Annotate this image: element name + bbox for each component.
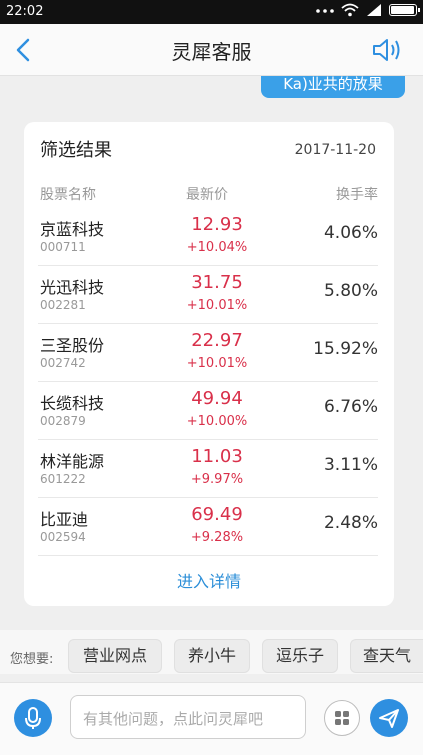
stock-table: 京蓝科技 000711 12.93 +10.04% 4.06% 光迅科技 002… (38, 208, 378, 556)
stock-name: 比亚迪 (40, 510, 89, 529)
stock-name: 林洋能源 (40, 452, 105, 471)
voice-input-button[interactable] (14, 699, 52, 737)
suggestion-label: 您想要: (10, 652, 54, 667)
suggestion-bar: 您想要: 营业网点 养小牛 逗乐子 查天气 (0, 630, 423, 674)
page-title: 灵犀客服 (171, 40, 252, 64)
stock-turnover: 15.92% (313, 339, 378, 359)
stock-change: +10.01% (186, 298, 248, 313)
stock-name: 京蓝科技 (40, 220, 105, 239)
stock-change: +10.01% (186, 356, 248, 371)
battery-icon (389, 4, 420, 16)
card-title: 筛选结果 (40, 140, 112, 161)
paper-plane-icon (379, 709, 399, 728)
more-options-button[interactable] (324, 700, 360, 736)
column-header-name: 股票名称 (40, 187, 96, 203)
stock-price: 69.49 (191, 504, 243, 525)
stock-price: 31.75 (191, 272, 243, 293)
microphone-icon (25, 707, 41, 729)
cell-signal-icon (367, 4, 381, 16)
grid-icon (335, 711, 349, 725)
stock-turnover: 3.11% (323, 455, 378, 475)
stock-code: 002594 (40, 530, 86, 544)
table-row[interactable]: 三圣股份 002742 22.97 +10.01% 15.92% (38, 324, 378, 382)
stock-change: +10.04% (186, 240, 248, 255)
table-row[interactable]: 光迅科技 002281 31.75 +10.01% 5.80% (38, 266, 378, 324)
stock-turnover: 6.76% (323, 397, 378, 417)
result-card: 筛选结果 2017-11-20 股票名称 最新价 换手率 京蓝科技 000711… (24, 122, 394, 606)
stock-code: 002742 (40, 356, 86, 370)
speaker-icon[interactable] (371, 35, 405, 65)
stock-change: +9.97% (190, 472, 244, 487)
column-header-turnover: 换手率 (336, 187, 378, 203)
stock-code: 002879 (40, 414, 86, 428)
table-row[interactable]: 比亚迪 002594 69.49 +9.28% 2.48% (38, 498, 378, 556)
suggestion-chip[interactable]: 查天气 (350, 639, 423, 673)
suggestion-chip[interactable]: 逗乐子 (262, 639, 338, 673)
table-row[interactable]: 京蓝科技 000711 12.93 +10.04% 4.06% (38, 208, 378, 266)
status-bar: 22:02 (0, 0, 423, 24)
stock-name: 光迅科技 (40, 278, 105, 297)
input-bar: 有其他问题，点此问灵犀吧 (0, 682, 423, 755)
stock-price: 22.97 (191, 330, 243, 351)
stock-turnover: 5.80% (323, 281, 378, 301)
table-row[interactable]: 长缆科技 002879 49.94 +10.00% 6.76% (38, 382, 378, 440)
chat-area[interactable]: Ka)业共的放果 筛选结果 2017-11-20 股票名称 最新价 换手率 京蓝… (0, 76, 423, 620)
table-row[interactable]: 林洋能源 601222 11.03 +9.97% 3.11% (38, 440, 378, 498)
signal-dots-icon (316, 9, 334, 13)
suggestion-chip[interactable]: 营业网点 (68, 639, 162, 673)
status-time: 22:02 (6, 4, 44, 19)
send-button[interactable] (370, 699, 408, 737)
stock-price: 11.03 (191, 446, 243, 467)
wifi-icon (341, 3, 359, 17)
user-message-bubble: Ka)业共的放果 (261, 76, 405, 98)
suggestion-chip[interactable]: 养小牛 (174, 639, 250, 673)
details-link[interactable]: 进入详情 (24, 568, 394, 592)
stock-name: 三圣股份 (40, 336, 105, 355)
stock-turnover: 4.06% (323, 223, 378, 243)
stock-price: 12.93 (191, 214, 243, 235)
column-header-price: 最新价 (186, 187, 228, 203)
stock-code: 002281 (40, 298, 86, 312)
stock-code: 601222 (40, 472, 86, 486)
nav-bar: 灵犀客服 (0, 24, 423, 76)
question-input[interactable]: 有其他问题，点此问灵犀吧 (70, 695, 306, 739)
stock-code: 000711 (40, 240, 86, 254)
stock-turnover: 2.48% (323, 513, 378, 533)
stock-name: 长缆科技 (40, 394, 105, 413)
stock-change: +10.00% (186, 414, 248, 429)
card-date: 2017-11-20 (294, 142, 376, 158)
stock-price: 49.94 (191, 388, 243, 409)
stock-change: +9.28% (190, 530, 244, 545)
